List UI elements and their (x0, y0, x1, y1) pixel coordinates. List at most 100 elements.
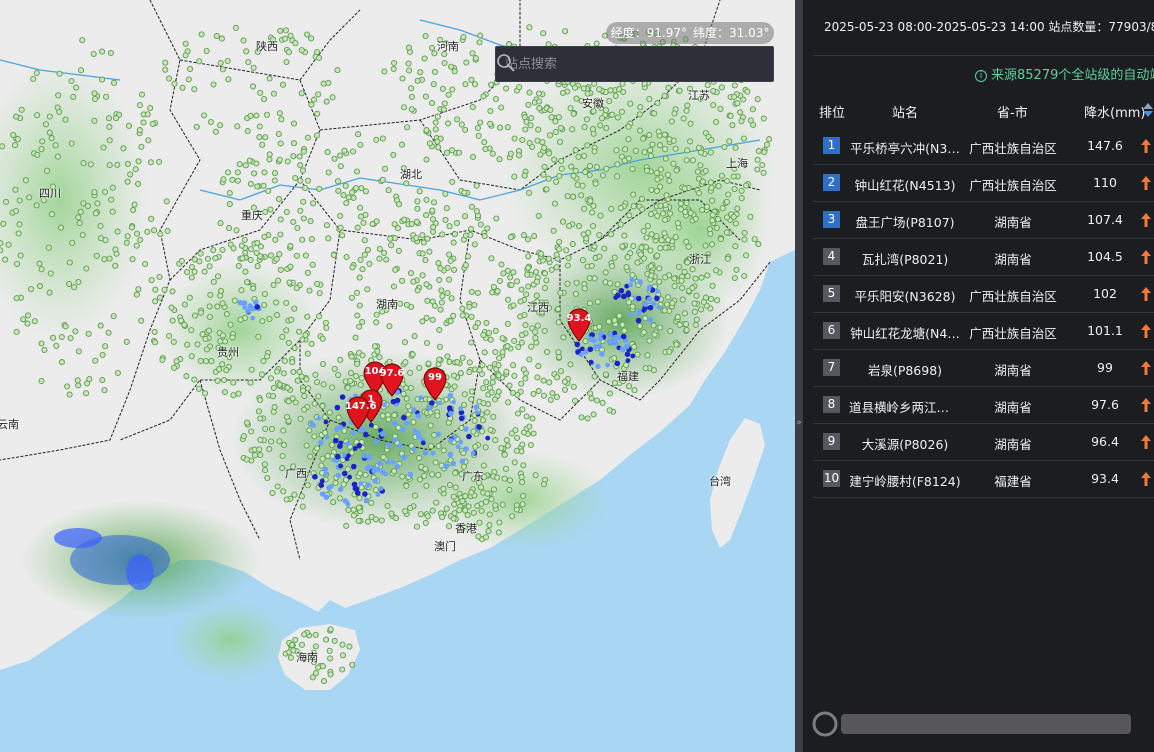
ranking-row[interactable]: 7 岩泉(P8698) 湖南省 99 (813, 350, 1154, 387)
marker-value: 147.6 (345, 401, 377, 412)
province-label: 安徽 (582, 97, 604, 110)
station-name[interactable]: 建宁岭腰村(F8124) (849, 471, 961, 490)
rank-badge: 8 (823, 396, 840, 413)
province-label: 江西 (527, 301, 549, 314)
precipitation-value: 93.4 (1091, 471, 1119, 486)
rank-badge: 7 (823, 359, 840, 376)
ranking-row[interactable]: 3 盘王广场(P8107) 湖南省 107.4 (813, 202, 1154, 239)
station-province: 湖南省 (994, 252, 1032, 267)
table-header: 排位 站名 省-市 降水(mm) (813, 92, 1154, 128)
up-arrow-icon (1141, 472, 1151, 486)
info-icon: i (975, 70, 987, 82)
rank-badge: 4 (823, 248, 840, 265)
province-label: 上海 (726, 157, 748, 170)
longitude-readout: 经度：91.97° (610, 26, 687, 40)
source-info: i 来源85279个全站级的自动站 (975, 64, 1154, 83)
marker-value: 93.4 (566, 313, 592, 324)
station-province: 广西壮族自治区 (969, 178, 1057, 193)
station-name[interactable]: 岩泉(P8698) (849, 360, 961, 379)
precipitation-value: 110 (1093, 175, 1117, 190)
up-arrow-icon (1141, 435, 1151, 449)
rank-badge: 3 (823, 211, 840, 228)
ranking-row[interactable]: 9 大溪源(P8026) 湖南省 96.4 (813, 424, 1154, 461)
up-arrow-icon (1141, 361, 1151, 375)
station-name[interactable]: 钟山红花(N4513) (849, 175, 961, 194)
rank-badge: 10 (823, 470, 840, 487)
up-arrow-icon (1141, 287, 1151, 301)
rank-badge: 2 (823, 174, 840, 191)
precipitation-value: 147.6 (1087, 138, 1123, 153)
province-label: 重庆 (241, 209, 263, 222)
station-search-input[interactable] (496, 47, 726, 81)
precipitation-value: 104.5 (1087, 249, 1123, 264)
up-arrow-icon (1141, 398, 1151, 412)
panel-splitter[interactable]: » (795, 0, 803, 752)
ranking-panel: 2025-05-23 08:00-2025-05-23 14:00 站点数量：7… (803, 0, 1154, 752)
collapse-arrow-icon[interactable]: » (795, 418, 803, 428)
province-label: 澳门 (434, 540, 456, 553)
station-name[interactable]: 盘王广场(P8107) (849, 212, 961, 231)
marker-value: 99 (428, 372, 442, 383)
station-province: 广西壮族自治区 (969, 289, 1057, 304)
province-label: 湖南 (376, 298, 398, 311)
ranking-row[interactable]: 8 道县横岭乡两江村… 湖南省 97.6 (813, 387, 1154, 424)
province-label: 江苏 (688, 89, 710, 102)
up-arrow-icon (1141, 176, 1151, 190)
province-label: 河南 (437, 40, 459, 53)
ranking-row[interactable]: 1 平乐桥亭六冲(N3… 广西壮族自治区 147.6 (813, 128, 1154, 165)
province-label: 广西 (285, 467, 307, 480)
latitude-readout: 纬度：31.03° (693, 26, 770, 40)
province-label: 四川 (39, 187, 61, 200)
province-label: 广东 (462, 470, 484, 483)
rainfall-marker[interactable]: 99 (422, 367, 448, 401)
column-header-precipitation[interactable]: 降水(mm) (1084, 102, 1145, 121)
station-province: 湖南省 (994, 215, 1032, 230)
rainfall-marker[interactable]: 93.4 (566, 308, 592, 342)
province-label: 湖北 (400, 168, 422, 181)
precipitation-value: 107.4 (1087, 212, 1123, 227)
up-arrow-icon (1141, 324, 1151, 338)
station-province: 福建省 (994, 474, 1032, 489)
column-header-rank: 排位 (819, 106, 846, 121)
precipitation-value: 96.4 (1091, 434, 1119, 449)
station-name[interactable]: 道县横岭乡两江村… (849, 397, 961, 416)
station-province: 湖南省 (994, 437, 1032, 452)
up-arrow-icon (1141, 213, 1151, 227)
marker-value: 97.6 (379, 368, 405, 379)
watermark-logo (812, 711, 1131, 737)
station-name[interactable]: 瓦扎湾(P8021) (849, 249, 961, 268)
ranking-row[interactable]: 6 钟山红花龙塘(N4… 广西壮族自治区 101.1 (813, 313, 1154, 350)
ranking-row[interactable]: 10 建宁岭腰村(F8124) 福建省 93.4 (813, 461, 1154, 498)
province-label: 贵州 (217, 346, 239, 359)
station-name[interactable]: 大溪源(P8026) (849, 434, 961, 453)
station-province: 广西壮族自治区 (969, 141, 1057, 156)
province-label: 海南 (296, 651, 318, 664)
ranking-row[interactable]: 4 瓦扎湾(P8021) 湖南省 104.5 (813, 239, 1154, 276)
sort-icon[interactable] (1142, 102, 1154, 118)
precipitation-value: 99 (1097, 360, 1113, 375)
province-label: 云南 (0, 418, 19, 431)
station-province: 广西壮族自治区 (969, 326, 1057, 341)
rank-badge: 6 (823, 322, 840, 339)
search-icon[interactable] (496, 53, 516, 73)
column-header-station: 站名 (892, 106, 919, 121)
station-name[interactable]: 平乐桥亭六冲(N3… (849, 138, 961, 157)
station-name[interactable]: 钟山红花龙塘(N4… (849, 323, 961, 342)
ranking-row[interactable]: 2 钟山红花(N4513) 广西壮族自治区 110 (813, 165, 1154, 202)
rainfall-marker[interactable]: 147.6 (345, 396, 377, 430)
station-name[interactable]: 平乐阳安(N3628) (849, 286, 961, 305)
source-text: 来源85279个全站级的自动站 (991, 68, 1154, 83)
precipitation-value: 101.1 (1087, 323, 1123, 338)
rank-badge: 9 (823, 433, 840, 450)
time-range-header: 2025-05-23 08:00-2025-05-23 14:00 站点数量：7… (824, 20, 1154, 34)
ranking-row[interactable]: 5 平乐阳安(N3628) 广西壮族自治区 102 (813, 276, 1154, 313)
rank-badge: 1 (823, 137, 840, 154)
ranking-table: 1 平乐桥亭六冲(N3… 广西壮族自治区 147.6 2 钟山红花(N4513) 广西壮族自… (813, 128, 1154, 498)
province-label: 福建 (617, 370, 639, 383)
up-arrow-icon (1141, 250, 1151, 264)
rank-badge: 5 (823, 285, 840, 302)
station-province: 湖南省 (994, 363, 1032, 378)
precipitation-value: 97.6 (1091, 397, 1119, 412)
station-search-box[interactable] (495, 46, 774, 82)
precipitation-map[interactable]: 陕西 河南 安徽 江苏 上海 湖北 四川 重庆 浙江 湖南 江西 贵州 福建 云南 广西 广东 台湾 香港 澳门 海南… (0, 0, 795, 752)
